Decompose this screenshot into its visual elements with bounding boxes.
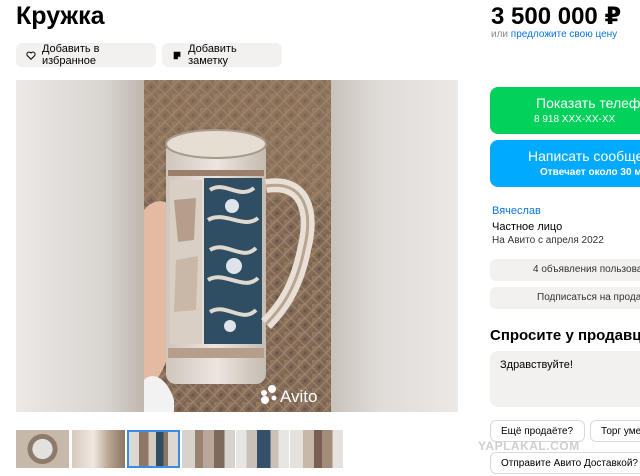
seller-since: На Авито с апреля 2022 bbox=[492, 235, 604, 246]
add-to-favorites-button[interactable]: Добавить в избранное bbox=[16, 43, 156, 67]
add-to-favorites-label: Добавить в избранное bbox=[41, 43, 100, 67]
listing-title: Кружка bbox=[16, 2, 105, 30]
seller-ads-button[interactable]: 4 объявления пользователя bbox=[490, 259, 640, 281]
seller-type: Частное лицо bbox=[492, 221, 563, 233]
price-offer-prefix: или bbox=[491, 29, 509, 40]
ask-seller-message-input[interactable]: Здравствуйте! bbox=[490, 351, 640, 407]
photo-gallery[interactable]: Avito bbox=[16, 80, 458, 412]
write-message-label: Написать сообщение bbox=[528, 148, 640, 164]
add-note-button[interactable]: Добавить заметку bbox=[162, 43, 282, 67]
ask-seller-title: Спросите у продавца bbox=[490, 327, 640, 344]
seller-ads-label: 4 объявления пользователя bbox=[533, 264, 640, 275]
listing-price: 3 500 000 ₽ bbox=[491, 3, 622, 30]
subscribe-seller-label: Подписаться на продавца bbox=[537, 292, 640, 303]
thumbnail-4[interactable] bbox=[182, 430, 235, 468]
add-note-label: Добавить заметку bbox=[188, 43, 237, 67]
main-photo[interactable]: Avito bbox=[144, 80, 331, 412]
masked-phone-number: 8 918 XXX-XX-XX bbox=[534, 114, 616, 125]
write-message-button[interactable]: Написать сообщение Отвечает около 30 мин… bbox=[490, 140, 640, 187]
quick-question-label: Отправите Авито Доставкой? bbox=[501, 458, 638, 469]
site-watermark: YAPLAKAL.COM bbox=[478, 439, 580, 453]
show-phone-button[interactable]: Показать телефон 8 918 XXX-XX-XX bbox=[490, 87, 640, 134]
seller-name-link[interactable]: Вячеслав bbox=[492, 205, 541, 217]
heart-icon bbox=[26, 51, 36, 60]
thumbnail-1[interactable] bbox=[16, 430, 69, 468]
subscribe-seller-button[interactable]: Подписаться на продавца bbox=[490, 287, 640, 309]
avito-watermark-text: Avito bbox=[280, 387, 318, 406]
mug-photo-illustration: Avito bbox=[144, 80, 331, 412]
thumbnail-6[interactable] bbox=[290, 430, 343, 468]
quick-question-label: Ещё продаёте? bbox=[501, 426, 574, 437]
show-phone-label: Показать телефон bbox=[536, 95, 640, 111]
thumbnail-2[interactable] bbox=[72, 430, 125, 468]
quick-question-bargain[interactable]: Торг уместен? bbox=[590, 420, 640, 442]
thumbnail-3[interactable] bbox=[127, 430, 180, 468]
quick-question-delivery[interactable]: Отправите Авито Доставкой? bbox=[490, 452, 640, 474]
gallery-blur-right bbox=[331, 80, 458, 412]
thumbnail-5[interactable] bbox=[236, 430, 289, 468]
gallery-blur-left bbox=[16, 80, 144, 412]
price-offer-line: или предложите свою цену bbox=[491, 29, 617, 40]
quick-question-label: Торг уместен? bbox=[601, 426, 640, 437]
note-icon bbox=[173, 51, 181, 59]
reply-time-label: Отвечает около 30 минут bbox=[540, 167, 640, 178]
suggest-price-link[interactable]: предложите свою цену bbox=[511, 29, 617, 40]
